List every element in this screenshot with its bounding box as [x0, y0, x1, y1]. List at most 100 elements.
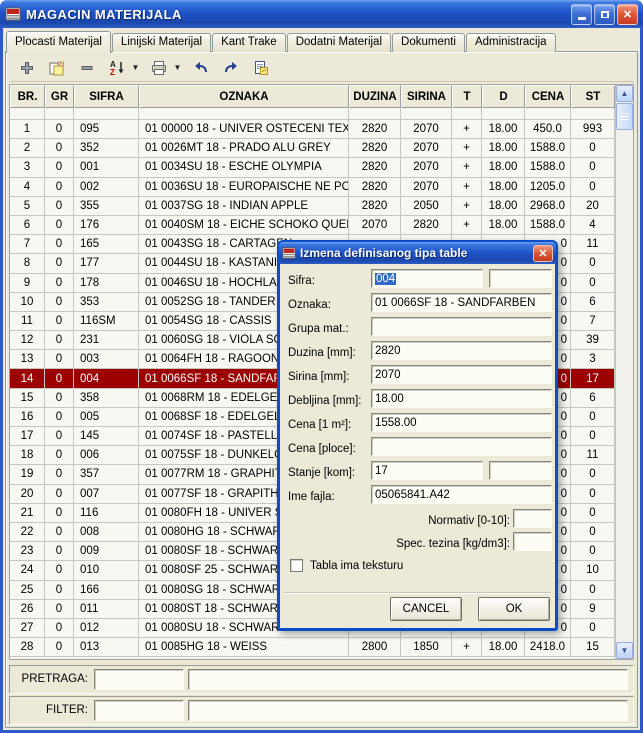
ok-button[interactable]: OK: [478, 597, 550, 621]
tab-linijski-materijal[interactable]: Linijski Materijal: [112, 33, 211, 52]
cell-sifra: 352: [74, 139, 139, 158]
debljina-input[interactable]: 18.00: [371, 389, 552, 408]
remove-button[interactable]: [75, 56, 99, 80]
table-row[interactable]: 3000101 0034SU 18 - ESCHE OLYMPIA2820207…: [10, 158, 615, 177]
spec-tezina-input[interactable]: [513, 532, 552, 551]
duzina-label: Duzina [mm]:: [288, 344, 372, 363]
cell-cena: 2968.0: [525, 197, 571, 216]
properties-button[interactable]: [249, 56, 273, 80]
scroll-thumb[interactable]: [616, 103, 633, 130]
cell-oznaka: 01 0034SU 18 - ESCHE OLYMPIA: [139, 158, 349, 177]
cell-sifra: 008: [74, 523, 139, 542]
cell-t: +: [452, 120, 482, 139]
cell-d: 18.00: [482, 158, 525, 177]
tab-dodatni-materijal[interactable]: Dodatni Materijal: [287, 33, 391, 52]
ime-fajla-input[interactable]: 05065841.A42: [371, 485, 552, 504]
titlebar[interactable]: MAGACIN MATERIJALA ✕: [0, 0, 643, 28]
pretraga-result-field[interactable]: [188, 669, 628, 690]
pretraga-input[interactable]: [94, 669, 184, 690]
close-button[interactable]: ✕: [617, 4, 638, 25]
table-header-row: BR.GRSIFRAOZNAKADUZINASIRINATDCENAST: [10, 85, 615, 108]
window-title: MAGACIN MATERIJALA: [26, 7, 566, 22]
add-button[interactable]: [15, 56, 39, 80]
cell-sifra: 003: [74, 350, 139, 369]
duzina-input[interactable]: 2820: [371, 341, 552, 360]
column-header-d[interactable]: D: [482, 85, 525, 108]
cell-d: [482, 108, 525, 120]
redo-button[interactable]: [219, 56, 243, 80]
cell-br: 9: [10, 274, 45, 293]
table-row[interactable]: 28001301 0085HG 18 - WEISS28001850+18.00…: [10, 638, 615, 657]
filter-input[interactable]: [94, 700, 184, 721]
tabla-tekstura-label: Tabla ima teksturu: [310, 559, 403, 573]
oznaka-input[interactable]: 01 0066SF 18 - SANDFARBEN: [371, 293, 552, 312]
cell-gr: 0: [45, 485, 74, 504]
tab-dokumenti[interactable]: Dokumenti: [392, 33, 465, 52]
column-header-br[interactable]: BR.: [10, 85, 45, 108]
cell-gr: 0: [45, 274, 74, 293]
table-row[interactable]: 1009501 00000 18 - UNIVER OSTECENI TEXT2…: [10, 120, 615, 139]
cell-gr: 0: [45, 178, 74, 197]
cell-sifra: 012: [74, 619, 139, 638]
cell-sifra: 006: [74, 446, 139, 465]
column-header-sirina[interactable]: SIRINA: [401, 85, 452, 108]
tab-administracija[interactable]: Administracija: [466, 33, 556, 52]
cell-sifra: 145: [74, 427, 139, 446]
sifra-input[interactable]: 004: [371, 269, 483, 288]
dialog-close-button[interactable]: ✕: [533, 245, 553, 262]
normativ-input[interactable]: [513, 509, 552, 528]
cell-cena: 1588.0: [525, 158, 571, 177]
column-header-st[interactable]: ST: [571, 85, 615, 108]
table-row[interactable]: 2035201 0026MT 18 - PRADO ALU GREY282020…: [10, 139, 615, 158]
cena-ploce-input[interactable]: [371, 437, 552, 456]
cell-sifra: 358: [74, 389, 139, 408]
filter-result-field[interactable]: [188, 700, 628, 721]
print-button[interactable]: [147, 56, 171, 80]
minimize-button[interactable]: [571, 4, 592, 25]
stanje-input[interactable]: 17: [371, 461, 483, 480]
column-header-duzina[interactable]: DUZINA: [349, 85, 401, 108]
column-header-cena[interactable]: CENA: [525, 85, 571, 108]
vertical-scrollbar[interactable]: ▲ ▼: [615, 85, 633, 659]
cell-st: 20: [571, 197, 615, 216]
column-header-sifra[interactable]: SIFRA: [74, 85, 139, 108]
dialog-titlebar[interactable]: Izmena definisanog tipa table ✕: [279, 242, 556, 264]
column-header-oznaka[interactable]: OZNAKA: [139, 85, 349, 108]
maximize-button[interactable]: [594, 4, 615, 25]
stanje-secondary-field[interactable]: [489, 461, 552, 480]
cell-gr: 0: [45, 389, 74, 408]
spec-tezina-label: Spec. tezina [kg/dm3]:: [340, 535, 510, 554]
cell-oznaka: [139, 108, 349, 120]
table-row[interactable]: 4000201 0036SU 18 - EUROPAISCHE NE PORU2…: [10, 178, 615, 197]
cell-br: 26: [10, 600, 45, 619]
undo-button[interactable]: [189, 56, 213, 80]
grupa-input[interactable]: [371, 317, 552, 336]
print-dropdown-caret[interactable]: ▼: [172, 56, 183, 80]
toolbar: ?! A Z ▼: [9, 54, 634, 82]
column-header-t[interactable]: T: [452, 85, 482, 108]
sort-button[interactable]: A Z: [105, 56, 129, 80]
cell-br: 3: [10, 158, 45, 177]
cena-m2-input[interactable]: 1558.00: [371, 413, 552, 432]
sifra-secondary-field[interactable]: [489, 269, 552, 288]
cell-gr: 0: [45, 408, 74, 427]
scroll-up-button[interactable]: ▲: [616, 85, 633, 102]
cell-st: 0: [571, 485, 615, 504]
scroll-down-button[interactable]: ▼: [616, 642, 633, 659]
tabla-tekstura-checkbox[interactable]: [290, 559, 303, 572]
cell-br: 17: [10, 427, 45, 446]
table-row[interactable]: 6017601 0040SM 18 - EICHE SCHOKO QUER207…: [10, 216, 615, 235]
tab-plocasti-materijal[interactable]: Plocasti Materijal: [6, 31, 111, 53]
tab-kant-trake[interactable]: Kant Trake: [212, 33, 286, 52]
cell-sifra: 231: [74, 331, 139, 350]
column-header-gr[interactable]: GR: [45, 85, 74, 108]
table-row[interactable]: 5035501 0037SG 18 - INDIAN APPLE28202050…: [10, 197, 615, 216]
scroll-track[interactable]: [616, 130, 633, 642]
cancel-button[interactable]: CANCEL: [390, 597, 462, 621]
sirina-input[interactable]: 2070: [371, 365, 552, 384]
cell-sirina: 2070: [401, 139, 452, 158]
cell-st: 0: [571, 408, 615, 427]
cell-d: 18.00: [482, 197, 525, 216]
sort-dropdown-caret[interactable]: ▼: [130, 56, 141, 80]
copy-button[interactable]: ?!: [45, 56, 69, 80]
